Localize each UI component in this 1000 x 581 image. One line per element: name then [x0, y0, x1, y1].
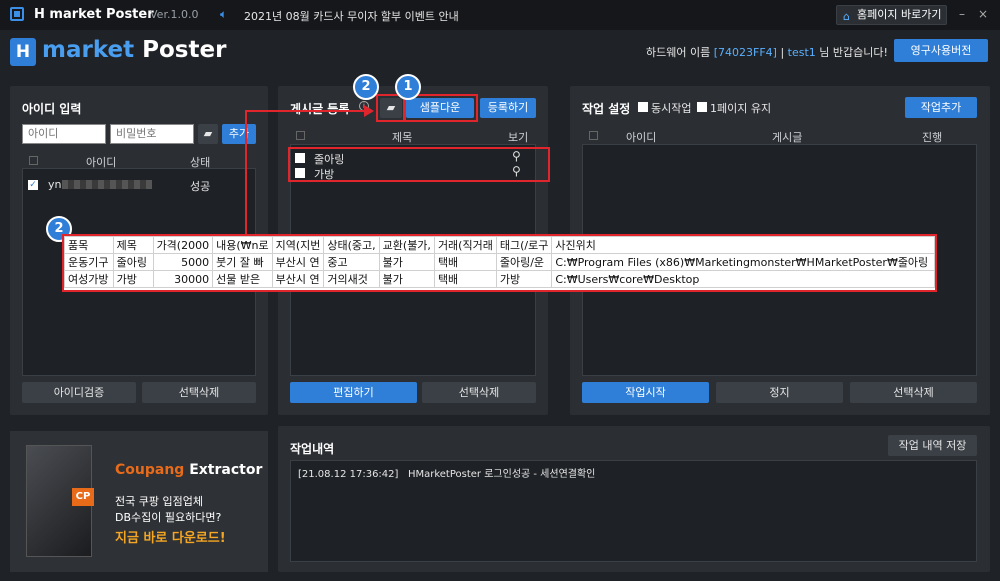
arrow-head — [364, 105, 374, 117]
notice-link[interactable]: 2021년 08월 카드사 무이자 할부 이벤트 안내 — [244, 8, 459, 24]
id-row-checkbox[interactable]: ✓ — [28, 180, 38, 190]
arrow-line-horizontal — [245, 110, 365, 112]
version-label: Ver.1.0.0 — [150, 8, 199, 21]
work-post-column-header: 게시글 — [772, 131, 803, 144]
ad-brand-b: Extractor — [184, 462, 263, 478]
ad-line-3: 지금 바로 다운로드! — [115, 531, 226, 546]
add-work-button[interactable]: 작업추가 — [905, 97, 977, 118]
stop-button[interactable]: 정지 — [716, 382, 843, 403]
permanent-version-button[interactable]: 영구사용버전 — [894, 39, 988, 62]
homepage-button-label: 홈페이지 바로가기 — [857, 8, 942, 21]
logo-icon: H — [10, 38, 36, 66]
home-icon: ⌂ — [843, 10, 850, 23]
highlight-post-rows — [288, 147, 550, 182]
cp-logo: CP — [72, 488, 94, 506]
post-delete-button[interactable]: 선택삭제 — [422, 382, 536, 403]
view-column-header: 보기 — [508, 131, 529, 144]
id-panel-title: 아이디 입력 — [22, 102, 82, 116]
greeting: 님 반갑습니다! — [819, 46, 888, 59]
progress-column-header: 진행 — [922, 131, 943, 144]
marker-1: 1 — [395, 74, 421, 100]
hw-separator: | — [780, 46, 785, 59]
id-delete-button[interactable]: 선택삭제 — [142, 382, 256, 403]
id-add-button[interactable]: 추가 — [222, 124, 256, 144]
post-select-all-checkbox[interactable] — [296, 131, 305, 140]
ad-line-1: 전국 쿠팡 입점업체 — [115, 495, 203, 508]
id-select-all-checkbox[interactable] — [29, 156, 38, 165]
arrow-line-vertical — [245, 110, 247, 236]
id-column-header: 아이디 — [86, 156, 117, 169]
highlight-spreadsheet — [62, 234, 937, 292]
app-icon — [10, 7, 24, 21]
post-table-header — [290, 126, 536, 145]
close-button[interactable]: × — [975, 7, 991, 23]
id-row-value: yn — [48, 178, 62, 191]
hardware-info: 하드웨어 이름 [74023FF4] | test1 님 반갑습니다! — [646, 44, 888, 60]
register-button[interactable]: 등록하기 — [480, 98, 536, 118]
post-panel-title: 게시글 등록 — [290, 102, 350, 116]
speaker-icon: 🔈︎ — [220, 7, 228, 21]
id-verify-button[interactable]: 아이디검증 — [22, 382, 136, 403]
title-column-header: 제목 — [392, 131, 413, 144]
id-table-header — [22, 150, 256, 169]
folder-icon: ▰ — [203, 127, 213, 140]
ad-line-2: DB수집이 필요하다면? — [115, 511, 222, 524]
edit-button[interactable]: 편집하기 — [290, 382, 417, 403]
ad-brand: Coupang Extractor — [115, 462, 262, 478]
user-name: test1 — [787, 46, 816, 59]
simultaneous-label: 동시작업 — [651, 102, 692, 115]
log-panel-title: 작업내역 — [290, 442, 335, 456]
log-entry: [21.08.12 17:36:42] HMarketPoster 로그인성공 … — [298, 469, 596, 480]
masked-id — [62, 180, 152, 189]
marker-2-top: 2 — [353, 74, 379, 100]
logo-poster: Poster — [142, 37, 227, 63]
keep-page-label: 1페이지 유지 — [710, 102, 772, 115]
save-log-button[interactable]: 작업 내역 저장 — [888, 435, 977, 456]
work-select-all-checkbox[interactable] — [589, 131, 598, 140]
ad-brand-a: Coupang — [115, 462, 185, 478]
hw-prefix: 하드웨어 이름 — [646, 46, 711, 59]
logo-text: market Poster — [42, 37, 226, 63]
hw-id: [74023FF4] — [713, 46, 777, 59]
work-delete-button[interactable]: 선택삭제 — [850, 382, 977, 403]
work-panel-title: 작업 설정 — [582, 102, 631, 116]
work-id-column-header: 아이디 — [626, 131, 657, 144]
password-input[interactable] — [110, 124, 194, 144]
minimize-button[interactable]: – — [954, 7, 970, 23]
homepage-button[interactable]: ⌂ 홈페이지 바로가기 — [836, 5, 947, 25]
id-folder-button[interactable]: ▰ — [198, 124, 218, 144]
app-title: H market Poster — [34, 7, 154, 22]
status-column-header: 상태 — [190, 156, 211, 169]
simultaneous-checkbox[interactable] — [638, 102, 648, 112]
keep-page-checkbox[interactable] — [697, 102, 707, 112]
start-work-button[interactable]: 작업시작 — [582, 382, 709, 403]
id-row-status: 성공 — [190, 180, 211, 193]
logo-market: market — [42, 37, 135, 63]
id-input[interactable] — [22, 124, 106, 144]
